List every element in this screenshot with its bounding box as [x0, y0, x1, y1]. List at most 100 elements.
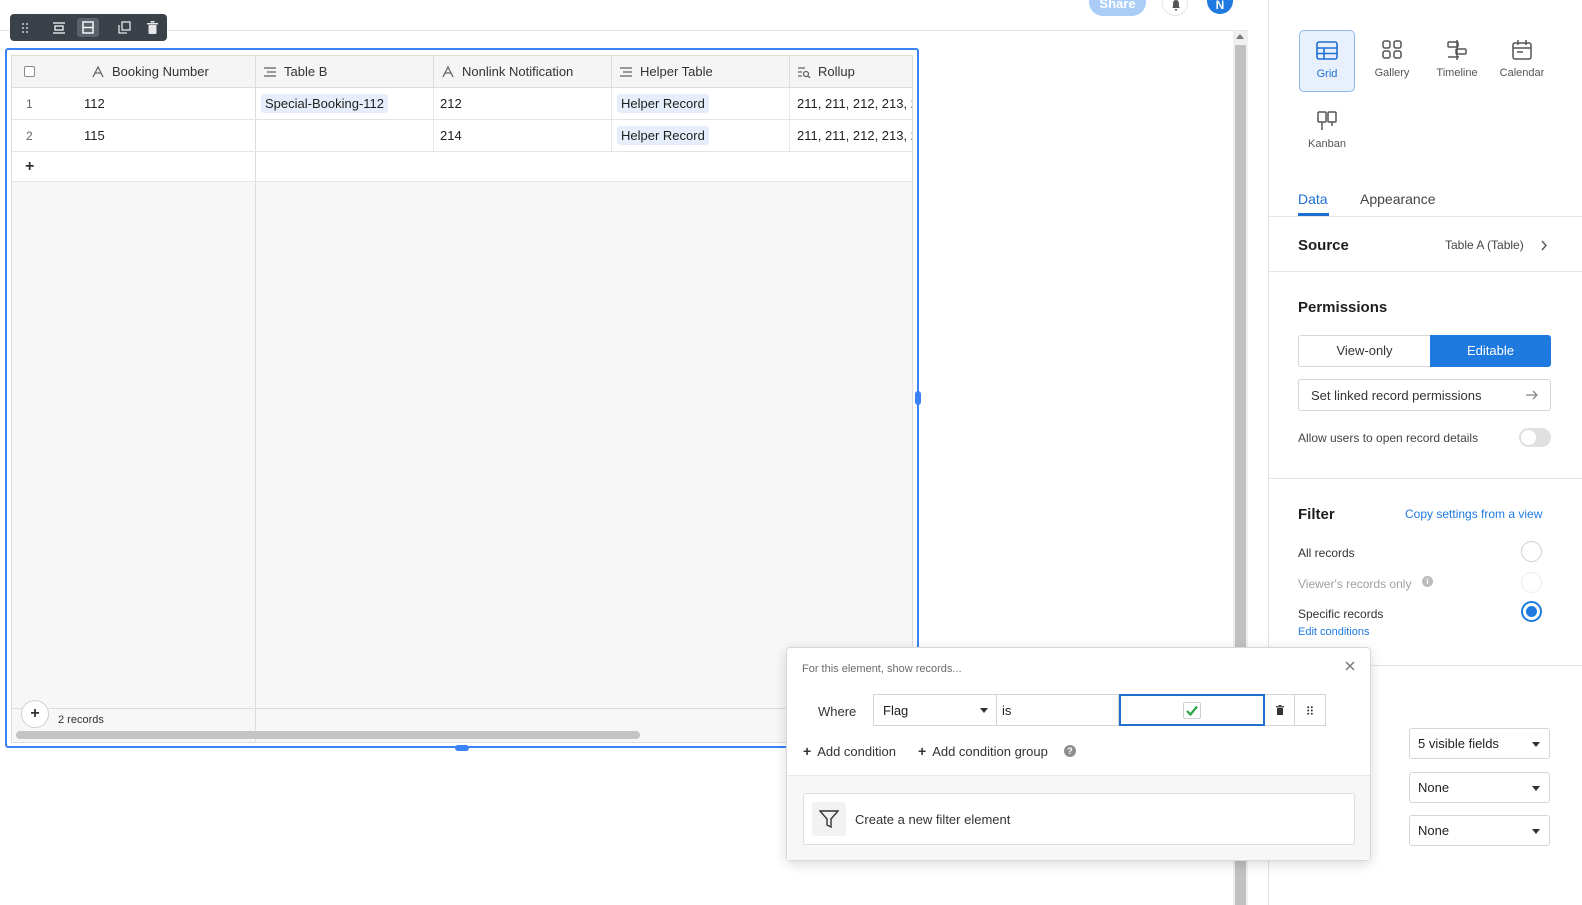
cell-nonlink-notification[interactable]: 214 — [434, 120, 612, 151]
create-filter-label: Create a new filter element — [855, 812, 1011, 827]
cell-text: 211, 211, 212, 213, 2 — [797, 96, 913, 111]
linked-record-pill[interactable]: Special-Booking-112 — [261, 94, 388, 113]
duplicate-icon[interactable] — [113, 18, 135, 37]
filter-option-label: Specific records — [1298, 607, 1384, 621]
visible-fields-select[interactable]: 5 visible fields — [1409, 728, 1550, 759]
add-record-button[interactable]: + — [21, 700, 49, 728]
add-row-icon: + — [25, 157, 35, 175]
linked-record-pill[interactable]: Helper Record — [617, 126, 709, 145]
add-row[interactable]: + — [12, 152, 912, 182]
create-filter-element-button[interactable]: Create a new filter element — [803, 793, 1355, 845]
gallery-icon — [1380, 39, 1404, 63]
info-icon[interactable]: i — [1422, 576, 1433, 587]
editable-button[interactable]: Editable — [1430, 335, 1551, 367]
cell-booking-number[interactable]: 112 — [84, 88, 256, 119]
column-header-table-b[interactable]: Table B — [256, 56, 434, 88]
radio-dot — [1526, 606, 1537, 617]
toggle-knob — [1521, 430, 1536, 445]
fit-width-icon[interactable] — [48, 18, 70, 37]
column-header-helper-table[interactable]: Helper Table — [612, 56, 790, 88]
field-select-value: Flag — [883, 702, 909, 718]
specific-records-radio[interactable] — [1521, 601, 1542, 622]
delete-icon[interactable] — [141, 18, 163, 37]
add-condition-button[interactable]: + Add condition — [803, 743, 896, 759]
sort-select[interactable]: None — [1409, 772, 1550, 803]
view-option-timeline[interactable]: Timeline — [1429, 30, 1485, 92]
resize-handle-bottom[interactable] — [455, 745, 469, 751]
close-icon[interactable] — [1345, 661, 1355, 671]
scroll-up-arrow-icon[interactable] — [1236, 34, 1244, 39]
row-number: 2 — [26, 128, 33, 143]
link-field-icon — [262, 64, 278, 80]
resize-handle-right[interactable] — [915, 391, 921, 405]
cell-nonlink-notification[interactable]: 212 — [434, 88, 612, 119]
allow-details-label: Allow users to open record details — [1298, 431, 1479, 445]
calendar-icon — [1510, 39, 1534, 63]
cell-booking-number[interactable]: 115 — [84, 120, 256, 151]
view-label: Gallery — [1374, 67, 1410, 79]
top-bar: Share N — [0, 0, 1248, 31]
fit-height-icon[interactable] — [77, 18, 99, 37]
table-row[interactable]: 1 112 Special-Booking-112 212 Helper Rec… — [12, 88, 913, 120]
popover-title: For this element, show records... — [802, 663, 962, 675]
view-option-gallery[interactable]: Gallery — [1364, 30, 1420, 92]
drag-handle-icon[interactable] — [14, 18, 36, 37]
cell-table-b[interactable] — [256, 120, 434, 151]
drag-condition-handle[interactable] — [1295, 694, 1326, 726]
cell-text: 115 — [84, 128, 105, 143]
view-label: Timeline — [1436, 67, 1478, 79]
bell-icon — [1172, 0, 1180, 11]
chevron-down-icon — [1532, 829, 1540, 834]
column-header-rollup[interactable]: Rollup — [790, 56, 912, 88]
divider — [1269, 216, 1582, 217]
record-count: 2 records — [58, 714, 104, 726]
source-value: Table A (Table) — [1445, 238, 1524, 252]
all-records-radio[interactable] — [1521, 541, 1542, 562]
checkmark-icon — [1186, 705, 1198, 716]
cell-rollup[interactable]: 211, 211, 212, 213, 2 — [790, 120, 912, 151]
operator-select[interactable]: is — [997, 694, 1119, 726]
element-toolbar — [10, 14, 167, 41]
select-all-checkbox[interactable] — [23, 66, 35, 77]
select-value: None — [1418, 823, 1450, 838]
view-label: Kanban — [1308, 138, 1346, 150]
tab-data[interactable]: Data — [1298, 191, 1328, 207]
column-header-label: Helper Table — [640, 64, 713, 79]
filter-icon-box — [812, 802, 846, 836]
help-icon[interactable]: ? — [1064, 745, 1076, 757]
chevron-down-icon — [1532, 742, 1540, 747]
delete-condition-button[interactable] — [1265, 694, 1295, 726]
copy-settings-link[interactable]: Copy settings from a view — [1405, 507, 1542, 521]
group-select[interactable]: None — [1409, 815, 1550, 846]
cell-rollup[interactable]: 211, 211, 212, 213, 2 — [790, 88, 913, 119]
column-header-nonlink-notification[interactable]: Nonlink Notification — [434, 56, 612, 88]
rollup-field-icon — [796, 64, 812, 80]
view-option-kanban[interactable]: Kanban — [1299, 101, 1355, 163]
view-option-grid[interactable]: Grid — [1299, 30, 1355, 92]
edit-conditions-link[interactable]: Edit conditions — [1298, 626, 1370, 638]
filter-option-label: All records — [1298, 546, 1355, 560]
view-only-button[interactable]: View-only — [1298, 335, 1430, 367]
frozen-column-divider — [255, 182, 256, 742]
source-row[interactable]: Source Table A (Table) — [1298, 236, 1568, 256]
view-option-calendar[interactable]: Calendar — [1494, 30, 1550, 92]
notifications-bell[interactable] — [1162, 0, 1188, 16]
divider — [1269, 271, 1582, 272]
share-button[interactable]: Share — [1089, 0, 1146, 16]
checkbox[interactable] — [1183, 702, 1201, 719]
column-header-booking-number[interactable]: Booking Number — [12, 56, 256, 88]
linked-record-permissions-button[interactable]: Set linked record permissions — [1298, 379, 1551, 411]
allow-details-toggle[interactable] — [1519, 428, 1551, 447]
table-row[interactable]: 2 115 214 Helper Record 211, 211, 212, 2… — [12, 120, 912, 152]
add-condition-group-button[interactable]: + Add condition group — [918, 743, 1048, 759]
timeline-icon — [1445, 39, 1469, 63]
horizontal-scrollbar[interactable] — [16, 731, 640, 739]
tab-appearance[interactable]: Appearance — [1360, 191, 1436, 207]
linked-record-pill[interactable]: Helper Record — [617, 94, 709, 113]
value-checkbox-field[interactable] — [1119, 694, 1265, 726]
cell-helper-table[interactable]: Helper Record — [612, 88, 790, 119]
cell-table-b[interactable]: Special-Booking-112 — [256, 88, 434, 119]
field-select[interactable]: Flag — [873, 694, 997, 726]
avatar[interactable]: N — [1207, 0, 1233, 14]
cell-helper-table[interactable]: Helper Record — [612, 120, 790, 151]
